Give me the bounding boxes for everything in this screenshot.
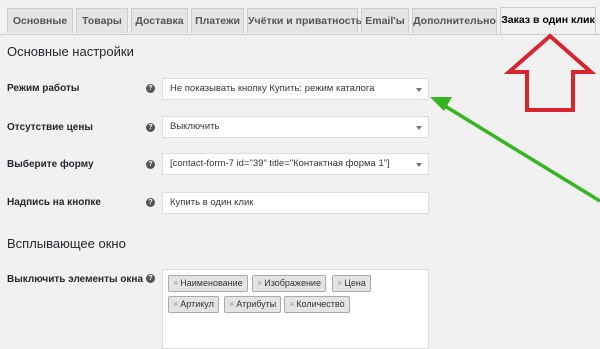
green-arrow-shaft (439, 101, 600, 203)
red-up-arrow-icon (503, 33, 597, 112)
annotation-arrows (430, 33, 600, 203)
